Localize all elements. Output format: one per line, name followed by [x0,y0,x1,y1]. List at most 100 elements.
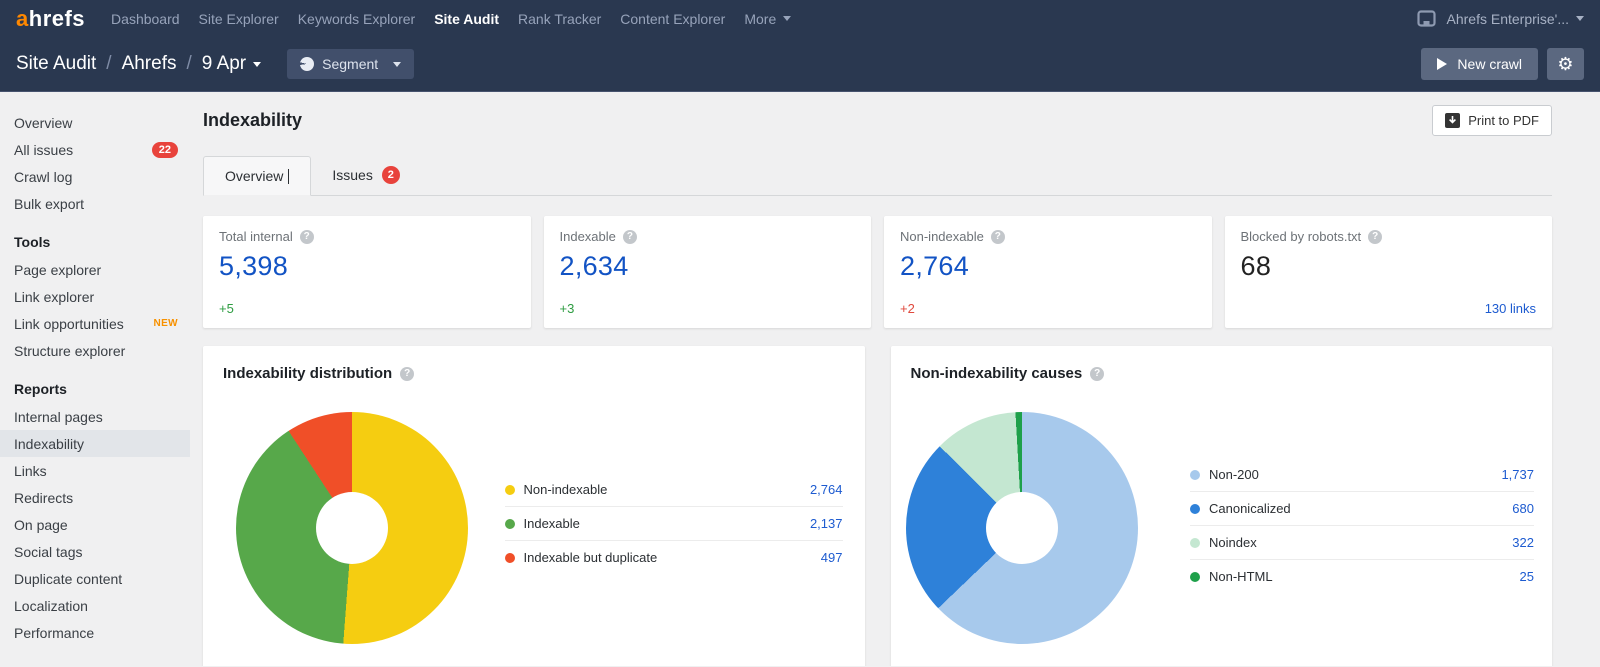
legend-row-non-indexable[interactable]: Non-indexable2,764 [505,473,843,506]
sidebar: Overview All issues22Crawl logBulk export… [0,92,190,666]
nav-item-label: Site Audit [434,11,499,27]
breadcrumb-label: 9 Apr [202,53,246,75]
chart-title-row: Non-indexability causes? [891,346,1553,382]
stat-card-value[interactable]: 68 [1241,251,1537,282]
breadcrumb-item-ahrefs[interactable]: Ahrefs [122,53,177,75]
sidebar-item-link-explorer[interactable]: Link explorer [0,283,190,310]
sidebar-item-label: Performance [14,625,94,641]
sidebar-item-bulk-export[interactable]: Bulk export [0,190,190,217]
sidebar-item-duplicate-content[interactable]: Duplicate content [0,565,190,592]
stat-card-indexable: Indexable?2,634+3 [544,216,872,328]
help-icon[interactable]: ? [400,367,414,381]
legend-row-indexable[interactable]: Indexable2,137 [505,506,843,540]
help-icon[interactable]: ? [1090,367,1104,381]
stat-card-delta: +2 [900,301,915,316]
sidebar-item-performance[interactable]: Performance [0,619,190,646]
legend-row-indexable-but-duplicate[interactable]: Indexable but duplicate497 [505,540,843,574]
legend-color-dot [1190,538,1200,548]
legend-row-canonicalized[interactable]: Canonicalized680 [1190,491,1534,525]
sidebar-item-redirects[interactable]: Redirects [0,484,190,511]
stat-card-value[interactable]: 2,634 [560,251,856,282]
legend-value-link[interactable]: 25 [1520,569,1534,584]
sidebar-item-social-tags[interactable]: Social tags [0,538,190,565]
sidebar-item-overview[interactable]: Overview [0,109,190,136]
chevron-down-icon [1576,16,1584,21]
new-crawl-button[interactable]: New crawl [1421,48,1538,80]
stat-card-label: Total internal [219,229,293,244]
segment-label: Segment [322,56,378,72]
logo-letter-a: a [16,6,29,31]
legend-row-noindex[interactable]: Noindex 322 [1190,525,1534,559]
stat-card-value[interactable]: 5,398 [219,251,515,282]
account-name: Ahrefs Enterprise'... [1447,11,1570,27]
stat-card-label: Blocked by robots.txt [1241,229,1362,244]
sidebar-item-on-page[interactable]: On page [0,511,190,538]
stat-card-delta: +5 [219,301,234,316]
legend-label: Noindex [1209,535,1257,550]
chevron-down-icon [393,62,401,67]
legend-value-link[interactable]: 497 [821,550,843,565]
print-to-pdf-label: Print to PDF [1468,113,1539,128]
page-title: Indexability [203,110,302,131]
sidebar-section-title-tools: Tools [14,234,190,250]
workspace-icon[interactable] [1417,10,1436,27]
legend-color-dot [1190,504,1200,514]
donut-chart[interactable] [906,412,1138,644]
sidebar-item-links[interactable]: Links [0,457,190,484]
breadcrumb-item-site-audit[interactable]: Site Audit [16,53,96,75]
nav-item-label: Rank Tracker [518,11,601,27]
legend-color-dot [1190,572,1200,582]
nav-item-content-explorer[interactable]: Content Explorer [620,11,725,27]
segment-button[interactable]: Segment [287,49,414,79]
sidebar-item-indexability[interactable]: Indexability [0,430,190,457]
sidebar-item-label: Link explorer [14,289,94,305]
help-icon[interactable]: ? [991,230,1005,244]
donut-chart[interactable] [236,412,468,644]
legend-value-link[interactable]: 680 [1512,501,1534,516]
print-to-pdf-button[interactable]: Print to PDF [1432,105,1552,136]
sidebar-item-structure-explorer[interactable]: Structure explorer [0,337,190,364]
settings-gear-button[interactable]: ⚙ [1547,48,1584,80]
tab-overview[interactable]: Overview [203,156,311,196]
stat-card-value[interactable]: 2,764 [900,251,1196,282]
legend-value-link[interactable]: 2,764 [810,482,843,497]
help-icon[interactable]: ? [300,230,314,244]
sidebar-item-label: Structure explorer [14,343,125,359]
nav-item-rank-tracker[interactable]: Rank Tracker [518,11,601,27]
nav-item-site-explorer[interactable]: Site Explorer [199,11,279,27]
legend-value-link[interactable]: 1,737 [1501,467,1534,482]
sidebar-item-all-issues[interactable]: All issues22 [0,136,190,163]
sidebar-item-crawl-log[interactable]: Crawl log [0,163,190,190]
sidebar-item-page-explorer[interactable]: Page explorer [0,256,190,283]
ahrefs-logo[interactable]: ahrefs [16,6,85,32]
legend-value-link[interactable]: 2,137 [810,516,843,531]
nav-item-site-audit[interactable]: Site Audit [434,11,499,27]
stat-card-link[interactable]: 130 links [1485,301,1536,316]
pie-chart-icon [300,57,314,71]
sidebar-item-link-opportunities[interactable]: Link opportunitiesNEW [0,310,190,337]
charts-row: Indexability distribution? Non-indexable2… [203,346,1552,666]
legend-row-non-html[interactable]: Non-HTML25 [1190,559,1534,593]
sidebar-item-label: Links [14,463,47,479]
nav-item-label: More [744,11,776,27]
sidebar-item-localization[interactable]: Localization [0,592,190,619]
legend-row-non-200[interactable]: Non-2001,737 [1190,458,1534,491]
sidebar-item-internal-pages[interactable]: Internal pages [0,403,190,430]
nav-item-dashboard[interactable]: Dashboard [111,11,180,27]
stat-card-non-indexable: Non-indexable?2,764+2 [884,216,1212,328]
help-icon[interactable]: ? [1368,230,1382,244]
chart-title-row: Indexability distribution? [203,346,865,382]
chart-panel-indexability-distribution: Indexability distribution? Non-indexable2… [203,346,865,666]
account-menu[interactable]: Ahrefs Enterprise'... [1447,11,1585,27]
topnav-right: Ahrefs Enterprise'... [1417,10,1585,27]
help-icon[interactable]: ? [623,230,637,244]
sidebar-item-label: Internal pages [14,409,103,425]
legend-color-dot [505,553,515,563]
nav-item-more[interactable]: More [744,11,791,27]
nav-item-keywords-explorer[interactable]: Keywords Explorer [298,11,416,27]
sidebar-item-label: Overview [14,115,72,131]
stat-card-header: Blocked by robots.txt? [1241,229,1537,244]
legend-value-link[interactable]: 322 [1512,535,1534,550]
breadcrumb-item-9-apr[interactable]: 9 Apr [202,53,261,75]
tab-issues[interactable]: Issues2 [311,155,420,195]
